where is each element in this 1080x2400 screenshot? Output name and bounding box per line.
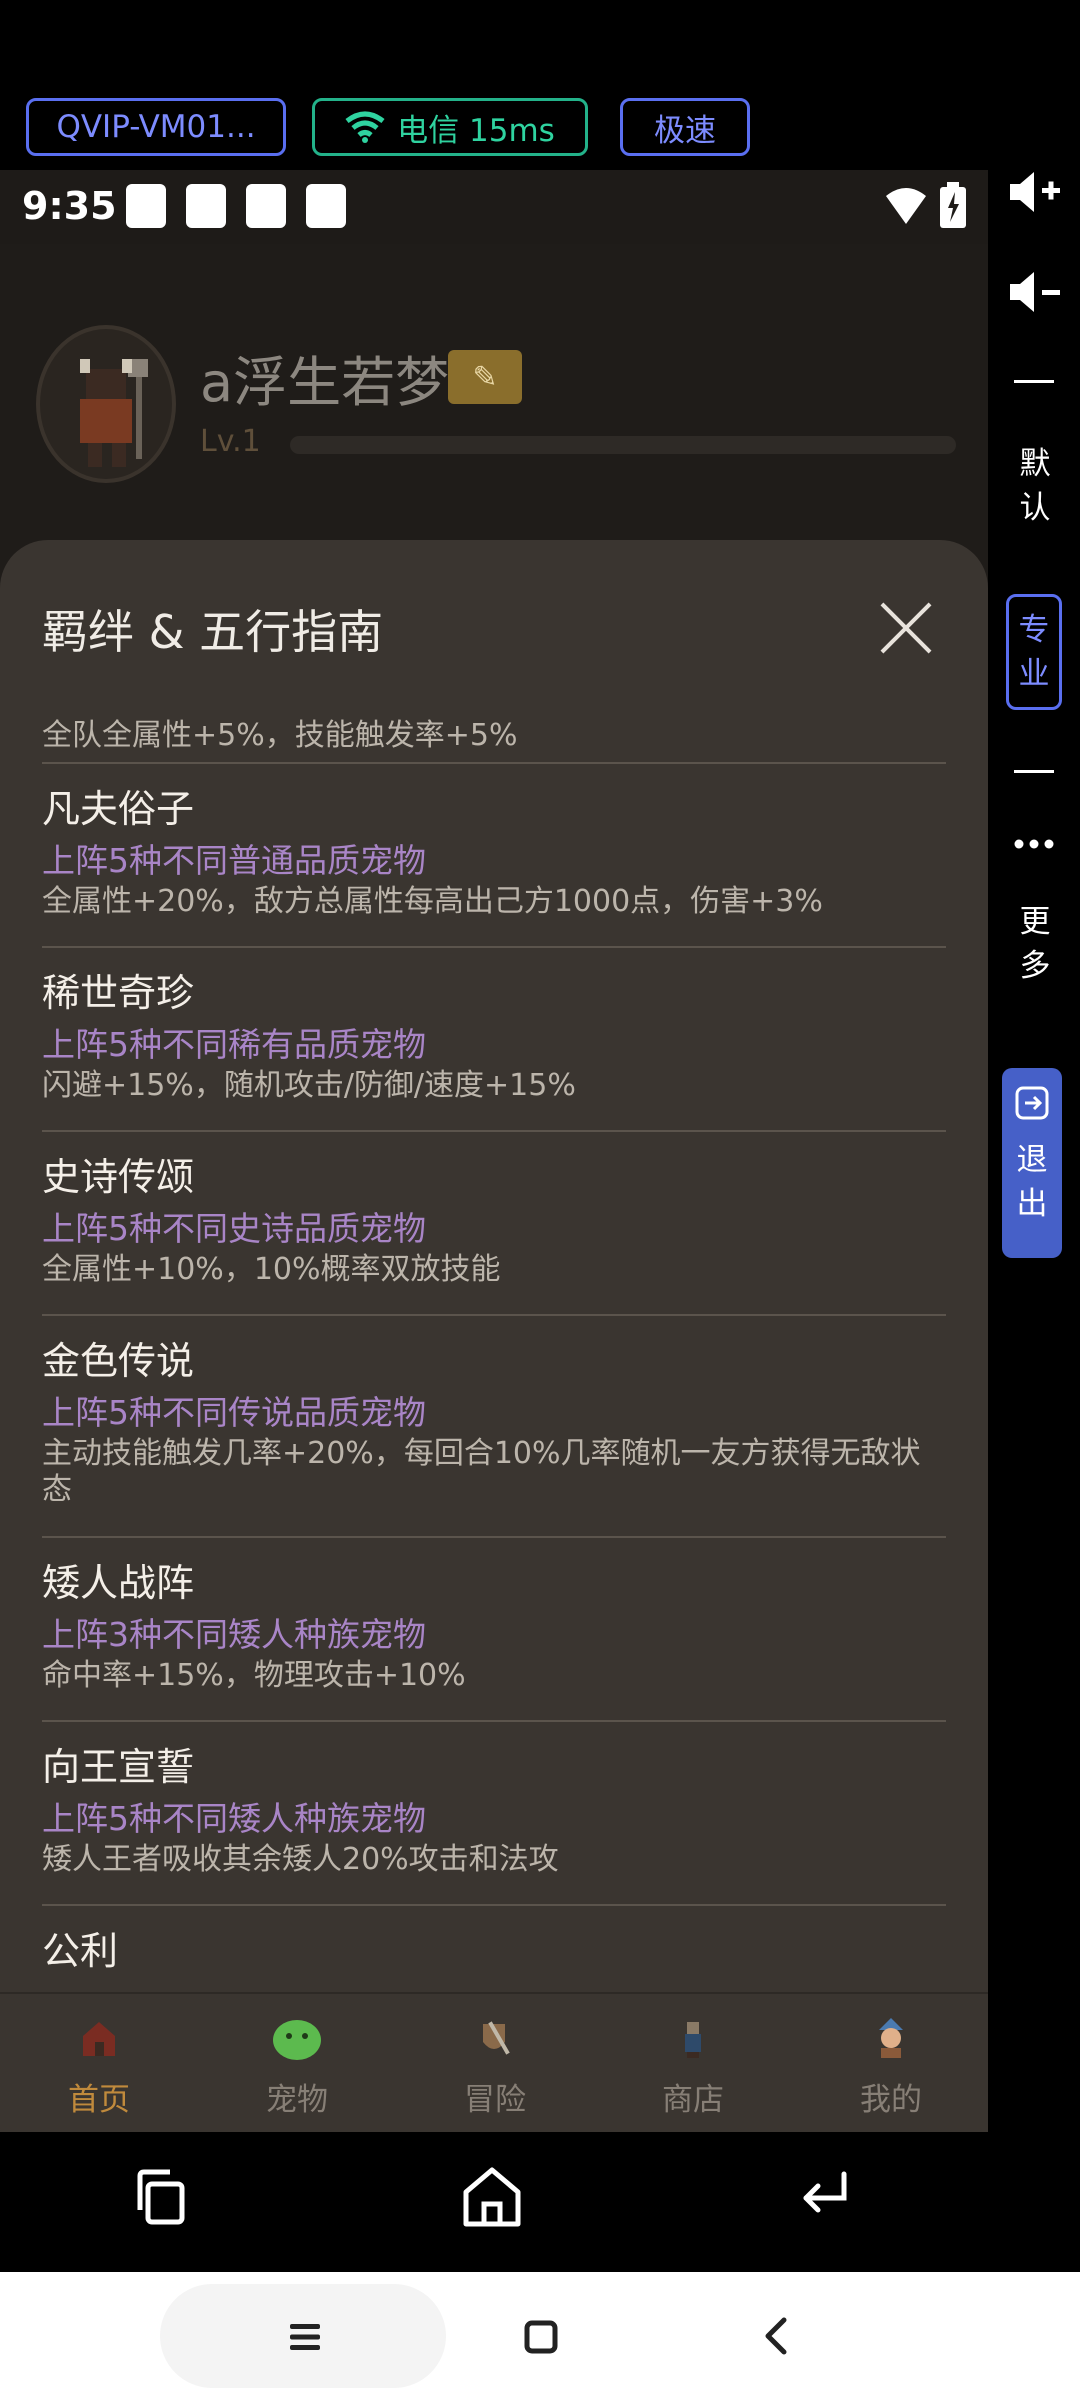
notification-icon — [246, 184, 286, 228]
modal-title: 羁绊 & 五行指南 — [42, 605, 384, 659]
host-nav-bar — [0, 2272, 1080, 2400]
vm-name-label: QVIP-VM01... — [56, 109, 256, 145]
edit-name-button[interactable]: ✎ — [448, 350, 522, 404]
bond-condition: 上阵5种不同史诗品质宠物 — [42, 1209, 426, 1248]
tab-shop[interactable]: 商店 — [594, 1994, 792, 2132]
pencil-icon: ✎ — [472, 359, 498, 395]
bond-name: 史诗传颂 — [42, 1155, 195, 1199]
player-nickname: a浮生若梦 — [200, 351, 450, 414]
device-nav-bar — [0, 2132, 988, 2272]
phone-screen: 9:35 a浮生若梦 ✎ Lv.1 羁绊 & 五行指南 全队全属性+5%，技能触… — [0, 170, 988, 2132]
menu-icon[interactable] — [288, 2322, 322, 2352]
bond-effect: 闪避+15%，随机攻击/防御/速度+15% — [42, 1068, 576, 1103]
signal-wifi-icon — [886, 188, 926, 224]
bond-condition: 上阵5种不同矮人种族宠物 — [42, 1799, 426, 1838]
list-item: 凡夫俗子 上阵5种不同普通品质宠物 全属性+20%，敌方总属性每高出己方1000… — [42, 762, 946, 946]
notification-icon — [306, 184, 346, 228]
cloud-phone-toolbar: QVIP-VM01... 电信 15ms 极速 — [0, 0, 1080, 170]
square-home-icon[interactable] — [524, 2320, 558, 2354]
bond-condition: 上阵5种不同稀有品质宠物 — [42, 1025, 426, 1064]
home-icon[interactable] — [460, 2164, 524, 2230]
list-item: 稀世奇珍 上阵5种不同稀有品质宠物 闪避+15%，随机攻击/防御/速度+15% — [42, 946, 946, 1130]
list-item: 矮人战阵 上阵3种不同矮人种族宠物 命中率+15%，物理攻击+10% — [42, 1536, 946, 1720]
pro-mode-label: 专业 — [1018, 612, 1050, 692]
close-icon[interactable] — [876, 598, 936, 658]
tab-me[interactable]: 我的 — [792, 1994, 988, 2132]
network-label: 电信 15ms — [397, 112, 555, 149]
network-chip[interactable]: 电信 15ms — [312, 98, 588, 156]
bond-name: 金色传说 — [42, 1339, 195, 1383]
guide-modal-sheet: 羁绊 & 五行指南 全队全属性+5%，技能触发率+5% 凡夫俗子 上阵5种不同普… — [0, 540, 988, 2132]
list-item: 向王宣誓 上阵5种不同矮人种族宠物 矮人王者吸收其余矮人20%攻击和法攻 — [42, 1720, 946, 1904]
slime-icon — [273, 2020, 321, 2060]
bond-name: 向王宣誓 — [42, 1745, 195, 1789]
volume-up-icon[interactable] — [1008, 170, 1062, 214]
bond-condition: 上阵3种不同矮人种族宠物 — [42, 1615, 426, 1654]
divider — [1014, 380, 1054, 383]
bond-guide-list[interactable]: 全队全属性+5%，技能触发率+5% 凡夫俗子 上阵5种不同普通品质宠物 全属性+… — [42, 710, 946, 1992]
bond-effect: 全属性+20%，敌方总属性每高出己方1000点，伤害+3% — [42, 884, 823, 919]
bond-name: 稀世奇珍 — [42, 971, 195, 1015]
back-icon[interactable] — [796, 2168, 852, 2224]
house-icon — [83, 2022, 115, 2056]
more-button[interactable]: 更多 — [1018, 900, 1052, 988]
player-level: Lv.1 — [200, 424, 261, 459]
bond-effect: 命中率+15%，物理攻击+10% — [42, 1658, 466, 1693]
tab-pets[interactable]: 宠物 — [198, 1994, 396, 2132]
bond-name: 矮人战阵 — [42, 1561, 195, 1605]
bond-name: 凡夫俗子 — [42, 787, 195, 831]
shield-sword-icon — [483, 2021, 510, 2055]
bond-effect: 主动技能触发几率+20%，每回合10%几率随机一友方获得无敌状态 — [42, 1436, 921, 1507]
battery-icon — [940, 182, 966, 228]
speed-label: 极速 — [654, 112, 716, 149]
warrior-avatar-icon — [80, 359, 148, 467]
chevron-left-icon[interactable] — [762, 2316, 788, 2356]
tab-adventure[interactable]: 冒险 — [396, 1994, 594, 2132]
cloud-side-panel: 默认 专业 更多 退出 — [988, 170, 1080, 2272]
vm-name-chip[interactable]: QVIP-VM01... — [26, 98, 286, 156]
tab-label: 首页 — [68, 2082, 130, 2118]
list-item: 公利 — [42, 1904, 946, 1992]
tab-label: 宠物 — [266, 2082, 328, 2118]
list-item: 金色传说 上阵5种不同传说品质宠物 主动技能触发几率+20%，每回合10%几率随… — [42, 1314, 946, 1536]
default-mode-button[interactable]: 默认 — [1018, 442, 1052, 530]
volume-down-icon[interactable] — [1008, 270, 1062, 314]
bond-condition: 上阵5种不同普通品质宠物 — [42, 841, 426, 880]
bond-effect: 全属性+10%，10%概率双放技能 — [42, 1252, 501, 1287]
merchant-icon — [685, 2022, 701, 2058]
bottom-tab-bar: 首页 宠物 冒险 商店 我的 — [0, 1992, 988, 2132]
list-item: 史诗传颂 上阵5种不同史诗品质宠物 全属性+10%，10%概率双放技能 — [42, 1130, 946, 1314]
notification-icon — [186, 184, 226, 228]
wifi-icon — [345, 111, 385, 143]
partial-item-desc: 全队全属性+5%，技能触发率+5% — [42, 718, 518, 753]
bond-condition: 上阵5种不同传说品质宠物 — [42, 1393, 426, 1432]
character-icon — [879, 2018, 903, 2058]
exit-icon — [1015, 1086, 1049, 1120]
status-bar: 9:35 — [0, 170, 988, 244]
tab-home[interactable]: 首页 — [0, 1994, 198, 2132]
status-time: 9:35 — [22, 184, 117, 228]
bond-effect: 矮人王者吸收其余矮人20%攻击和法攻 — [42, 1842, 559, 1877]
tab-label: 商店 — [662, 2082, 724, 2118]
bond-name: 公利 — [42, 1929, 119, 1973]
exit-button[interactable]: 退出 — [1002, 1068, 1062, 1258]
more-icon[interactable] — [1014, 838, 1054, 850]
xp-progress-bar — [290, 436, 956, 454]
exit-label: 退出 — [1016, 1142, 1048, 1222]
pro-mode-button[interactable]: 专业 — [1006, 594, 1062, 710]
notification-icon — [126, 184, 166, 228]
avatar[interactable] — [36, 325, 176, 483]
tab-label: 我的 — [860, 2082, 922, 2118]
divider — [1014, 770, 1054, 773]
recents-icon[interactable] — [132, 2166, 196, 2230]
speed-chip[interactable]: 极速 — [620, 98, 750, 156]
tab-label: 冒险 — [464, 2082, 526, 2118]
